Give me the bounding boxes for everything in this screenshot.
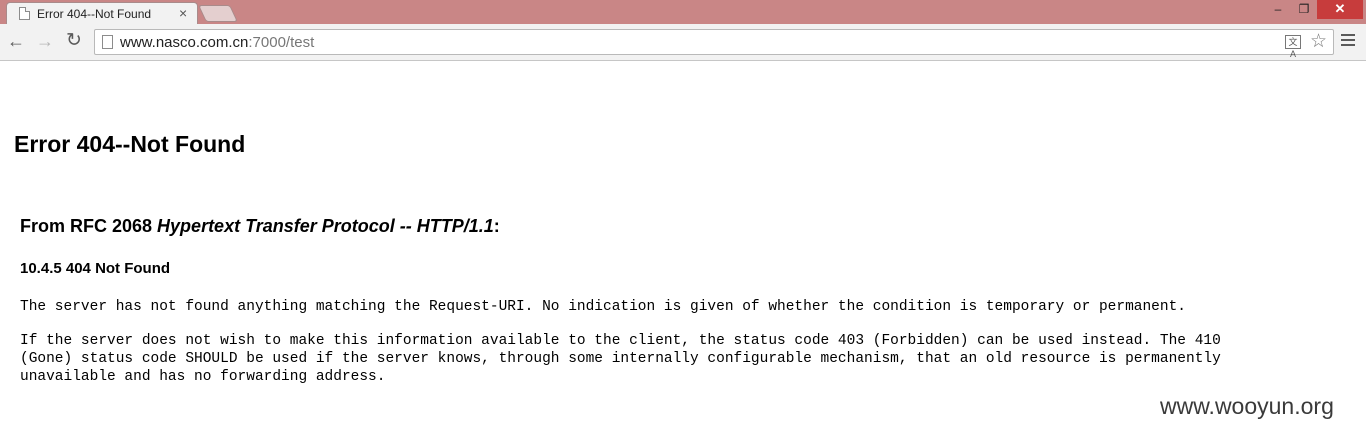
back-button[interactable]: ← <box>5 30 27 52</box>
watermark: www.wooyun.org <box>1160 393 1334 419</box>
rfc-title: Hypertext Transfer Protocol -- HTTP/1.1 <box>157 216 494 236</box>
new-tab-button[interactable] <box>198 5 238 22</box>
translate-icon[interactable]: 文A <box>1285 35 1301 59</box>
paragraph-2-line-2: (Gone) status code SHOULD be used if the… <box>20 351 1221 367</box>
browser-tab-active[interactable]: Error 404--Not Found × <box>6 2 198 25</box>
page-icon <box>19 7 30 20</box>
url-text[interactable]: www.nasco.com.cn:7000/test <box>120 34 314 51</box>
rfc-prefix: From RFC 2068 <box>20 216 158 236</box>
window-title-bar: Error 404--Not Found × – ❐ ✕ <box>0 0 1366 25</box>
paragraph-2: If the server does not wish to make this… <box>20 332 1221 386</box>
url-host: www.nasco.com.cn <box>120 34 249 51</box>
bookmark-star-icon[interactable]: ☆ <box>1310 31 1327 53</box>
paragraph-1: The server has not found anything matchi… <box>20 299 1186 315</box>
paragraph-2-line-1: If the server does not wish to make this… <box>20 333 1221 349</box>
section-heading: 10.4.5 404 Not Found <box>20 260 171 277</box>
page-icon <box>102 35 113 49</box>
page-title: Error 404--Not Found <box>14 131 246 157</box>
url-port-path: :7000/test <box>248 34 315 51</box>
minimize-button[interactable]: – <box>1265 0 1291 19</box>
page-content: Error 404--Not Found From RFC 2068 Hyper… <box>0 62 1366 436</box>
reload-button[interactable]: ↻ <box>63 30 85 52</box>
rfc-suffix: : <box>493 216 500 236</box>
address-bar[interactable]: www.nasco.com.cn:7000/test 文A ☆ <box>94 29 1334 59</box>
chrome-menu-icon[interactable] <box>1341 34 1355 49</box>
paragraph-2-line-3: unavailable and has no forwarding addres… <box>20 369 386 385</box>
rfc-heading: From RFC 2068 Hypertext Transfer Protoco… <box>20 216 500 237</box>
restore-button[interactable]: ❐ <box>1291 0 1317 19</box>
browser-toolbar: ← → ↻ www.nasco.com.cn:7000/test 文A ☆ <box>0 24 1366 61</box>
tab-close-icon[interactable]: × <box>179 5 187 21</box>
forward-button[interactable]: → <box>34 30 56 52</box>
tab-title: Error 404--Not Found <box>37 7 152 21</box>
close-window-button[interactable]: ✕ <box>1317 0 1363 19</box>
